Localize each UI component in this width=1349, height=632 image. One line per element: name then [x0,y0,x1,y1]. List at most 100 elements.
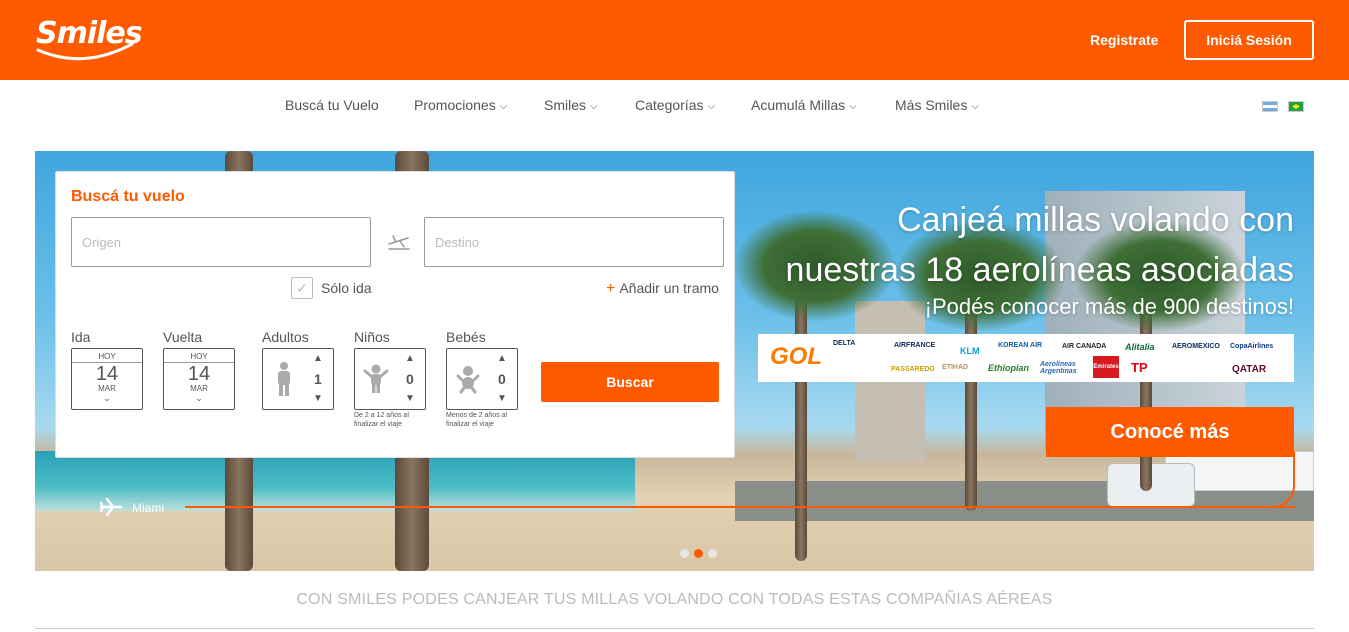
date-day: 14 [187,363,211,385]
carousel-dot-active[interactable] [694,549,703,558]
nav-item-acumula-millas[interactable]: Acumulá Millas ⌵ [751,97,857,113]
date-day: 14 [95,363,119,385]
adults-label: Adultos [262,329,309,345]
adults-increment-button[interactable]: ▲ [313,353,323,364]
nav-label: Smiles [544,97,587,113]
departure-plane-icon [388,235,410,250]
qatar-logo: QATAR [1232,364,1267,375]
route-destination-label: Miami [132,501,164,515]
air-canada-logo: AIR CANADA [1062,343,1107,350]
return-date-picker[interactable]: HOY 14 MAR ⌄ [163,348,235,410]
klm-logo: KLM [960,346,980,356]
promo-headline-line1: Canjeá millas volando con [897,201,1294,239]
destination-input[interactable]: Destino [424,217,724,267]
flight-search-panel: Buscá tu vuelo Origen Destino ✓ Sólo ida… [55,171,735,458]
babies-increment-button[interactable]: ▲ [497,353,507,364]
route-line [185,506,1295,508]
smiles-logo[interactable]: Smiles [36,14,143,62]
nav-item-busca-vuelo[interactable]: Buscá tu Vuelo [285,97,379,113]
main-nav: Buscá tu Vuelo Promociones ⌵ Smiles ⌵ Cate… [0,80,1349,132]
carousel-dots [680,549,717,558]
children-age-note: De 2 a 12 años al finalizar el viaje [354,412,409,428]
korean-air-logo: KOREAN AIR [998,342,1043,349]
sea-background [35,451,635,511]
return-date-label: Vuelta [163,329,203,345]
chevron-down-icon: ⌄ [195,393,203,403]
children-stepper: ▲ 0 ▼ [354,348,426,410]
passaredo-logo: PASSAREDO [891,366,935,373]
nav-label: Promociones [414,97,496,113]
nav-item-categorias[interactable]: Categorías ⌵ [635,97,715,113]
departure-date-picker[interactable]: HOY 14 MAR ⌄ [71,348,143,410]
one-way-checkbox[interactable]: ✓ [291,277,313,299]
carousel-dot[interactable] [680,549,689,558]
copa-logo: CopaAirlines [1230,343,1274,350]
origin-input[interactable]: Origen [71,217,371,267]
brazil-flag-icon[interactable] [1288,101,1304,112]
tap-logo: TP [1131,360,1148,375]
babies-count: 0 [498,371,506,387]
departure-date-label: Ida [71,329,91,345]
babies-label: Bebés [446,329,486,345]
airfrance-logo: AIRFRANCE [894,342,936,349]
date-today-label: HOY [164,352,234,363]
emirates-logo: Emirates [1093,356,1119,378]
airplane-icon [99,497,123,517]
baby-icon [456,366,480,394]
learn-more-button[interactable]: Conocé más [1046,407,1294,457]
babies-decrement-button[interactable]: ▼ [497,393,507,404]
add-leg-label: Añadir un tramo [619,280,719,296]
alitalia-logo: Alitalia [1125,342,1155,352]
children-label: Niños [354,329,390,345]
promo-subheadline: ¡Podés conocer más de 900 destinos! [924,294,1294,319]
partner-airlines-logos: GOL DELTA AIRFRANCE KLM KOREAN AIR AIR C… [758,334,1294,382]
children-count: 0 [406,371,414,387]
nav-item-smiles[interactable]: Smiles ⌵ [544,97,598,113]
argentina-flag-icon[interactable] [1262,101,1278,112]
child-person-icon [363,364,389,393]
aerolineas-argentinas-logo: Aerolíneas Argentinas [1040,361,1077,375]
nav-label: Categorías [635,97,704,113]
gol-logo: GOL [770,343,822,370]
children-increment-button[interactable]: ▲ [405,353,415,364]
babies-stepper: ▲ 0 ▼ [446,348,518,410]
carousel-dot[interactable] [708,549,717,558]
adult-person-icon [278,362,290,396]
nav-label: Más Smiles [895,97,968,113]
aeromexico-logo: AEROMEXICO [1172,343,1220,350]
add-leg-link[interactable]: + Añadir un tramo [606,280,719,298]
one-way-label: Sólo ida [321,280,372,296]
section-divider [35,628,1314,629]
chevron-down-icon: ⌵ [971,101,979,112]
plus-icon: + [606,280,616,297]
ethiopian-logo: Ethiopian [988,363,1029,373]
search-submit-button[interactable]: Buscar [541,362,719,402]
promo-headline: Canjeá millas volando con nuestras 18 ae… [786,195,1294,295]
promo-headline-line2: nuestras 18 aerolíneas asociadas [785,251,1294,289]
top-header: Smiles Registrate Iniciá Sesión [0,0,1349,80]
delta-logo: DELTA [833,340,856,347]
nav-item-mas-smiles[interactable]: Más Smiles ⌵ [895,97,979,113]
adults-stepper: ▲ 1 ▼ [262,348,334,410]
date-month: MAR [98,384,116,393]
chevron-down-icon: ⌄ [103,393,111,403]
search-title: Buscá tu vuelo [71,188,185,205]
date-month: MAR [190,384,208,393]
babies-age-note: Menos de 2 años al finalizar el viaje [446,412,508,428]
nav-label: Buscá tu Vuelo [285,97,379,113]
date-today-label: HOY [72,352,142,363]
adults-decrement-button[interactable]: ▼ [313,393,323,404]
nav-item-promociones[interactable]: Promociones ⌵ [414,97,507,113]
chevron-down-icon: ⌵ [590,101,598,112]
chevron-down-icon: ⌵ [849,101,857,112]
hero-banner: Miami Buscá tu vuelo Origen Destino ✓ Só… [35,151,1314,571]
etihad-logo: ETIHAD [942,364,969,371]
airlines-section-caption: CON SMILES PODES CANJEAR TUS MILLAS VOLA… [296,591,1053,608]
adults-count: 1 [314,371,322,387]
nav-label: Acumulá Millas [751,97,846,113]
check-icon: ✓ [296,279,308,296]
register-link[interactable]: Registrate [1090,32,1158,48]
children-decrement-button[interactable]: ▼ [405,393,415,404]
login-button[interactable]: Iniciá Sesión [1184,20,1314,60]
chevron-down-icon: ⌵ [499,101,508,112]
